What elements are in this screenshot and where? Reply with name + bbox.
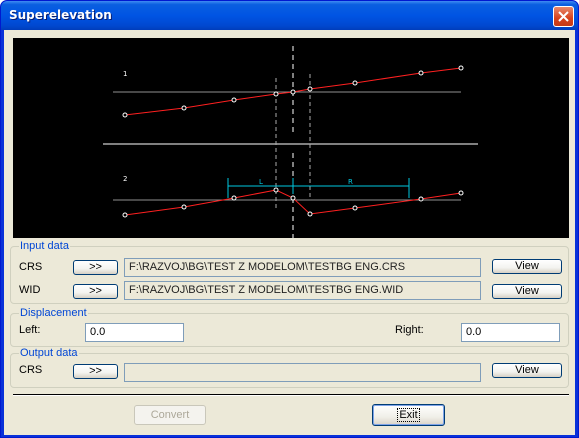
input-wid-path-field: F:\RAZVOJ\BG\TEST Z MODELOM\TESTBG ENG.W… [124,281,481,300]
output-data-legend: Output data [19,347,79,359]
exit-button-label: Exit [397,408,420,422]
input-wid-view-button[interactable]: View [492,284,562,299]
output-crs-view-button[interactable]: View [492,363,562,378]
bottom-separator-highlight [13,395,569,396]
output-crs-browse-button[interactable]: >> [73,364,118,379]
superelevation-preview: 1 2 L R [13,38,569,238]
input-crs-view-button[interactable]: View [492,259,562,274]
convert-button[interactable]: Convert [134,405,206,425]
input-wid-label: WID [19,284,41,296]
exit-button[interactable]: Exit [372,404,445,426]
input-data-legend: Input data [19,240,70,252]
dimension-left-label: L [259,178,263,186]
dimension-right-label: R [348,178,353,186]
close-icon [558,11,569,22]
output-crs-path-field [124,363,481,382]
input-wid-browse-button[interactable]: >> [73,284,118,299]
superelevation-window: Superelevation 1 2 L R Input data CRS >>… [0,0,579,438]
dimension-lines [227,178,410,198]
right-displacement-input[interactable]: 0.0 [461,323,560,342]
right-displacement-label: Right: [395,324,424,336]
displacement-legend: Displacement [19,307,88,319]
title-bar[interactable]: Superelevation [1,1,578,30]
window-title: Superelevation [9,8,112,22]
close-button[interactable] [553,6,574,27]
left-displacement-input[interactable]: 0.0 [85,323,184,342]
input-crs-path-field: F:\RAZVOJ\BG\TEST Z MODELOM\TESTBG ENG.C… [124,258,481,277]
section1-label: 1 [123,70,127,78]
section2-label: 2 [123,175,127,183]
dialog-client: 1 2 L R Input data CRS >> F:\RAZVOJ\BG\T… [4,30,575,435]
input-crs-label: CRS [19,261,43,273]
output-crs-label: CRS [19,364,43,376]
input-crs-browse-button[interactable]: >> [73,260,118,275]
left-displacement-label: Left: [19,324,41,336]
